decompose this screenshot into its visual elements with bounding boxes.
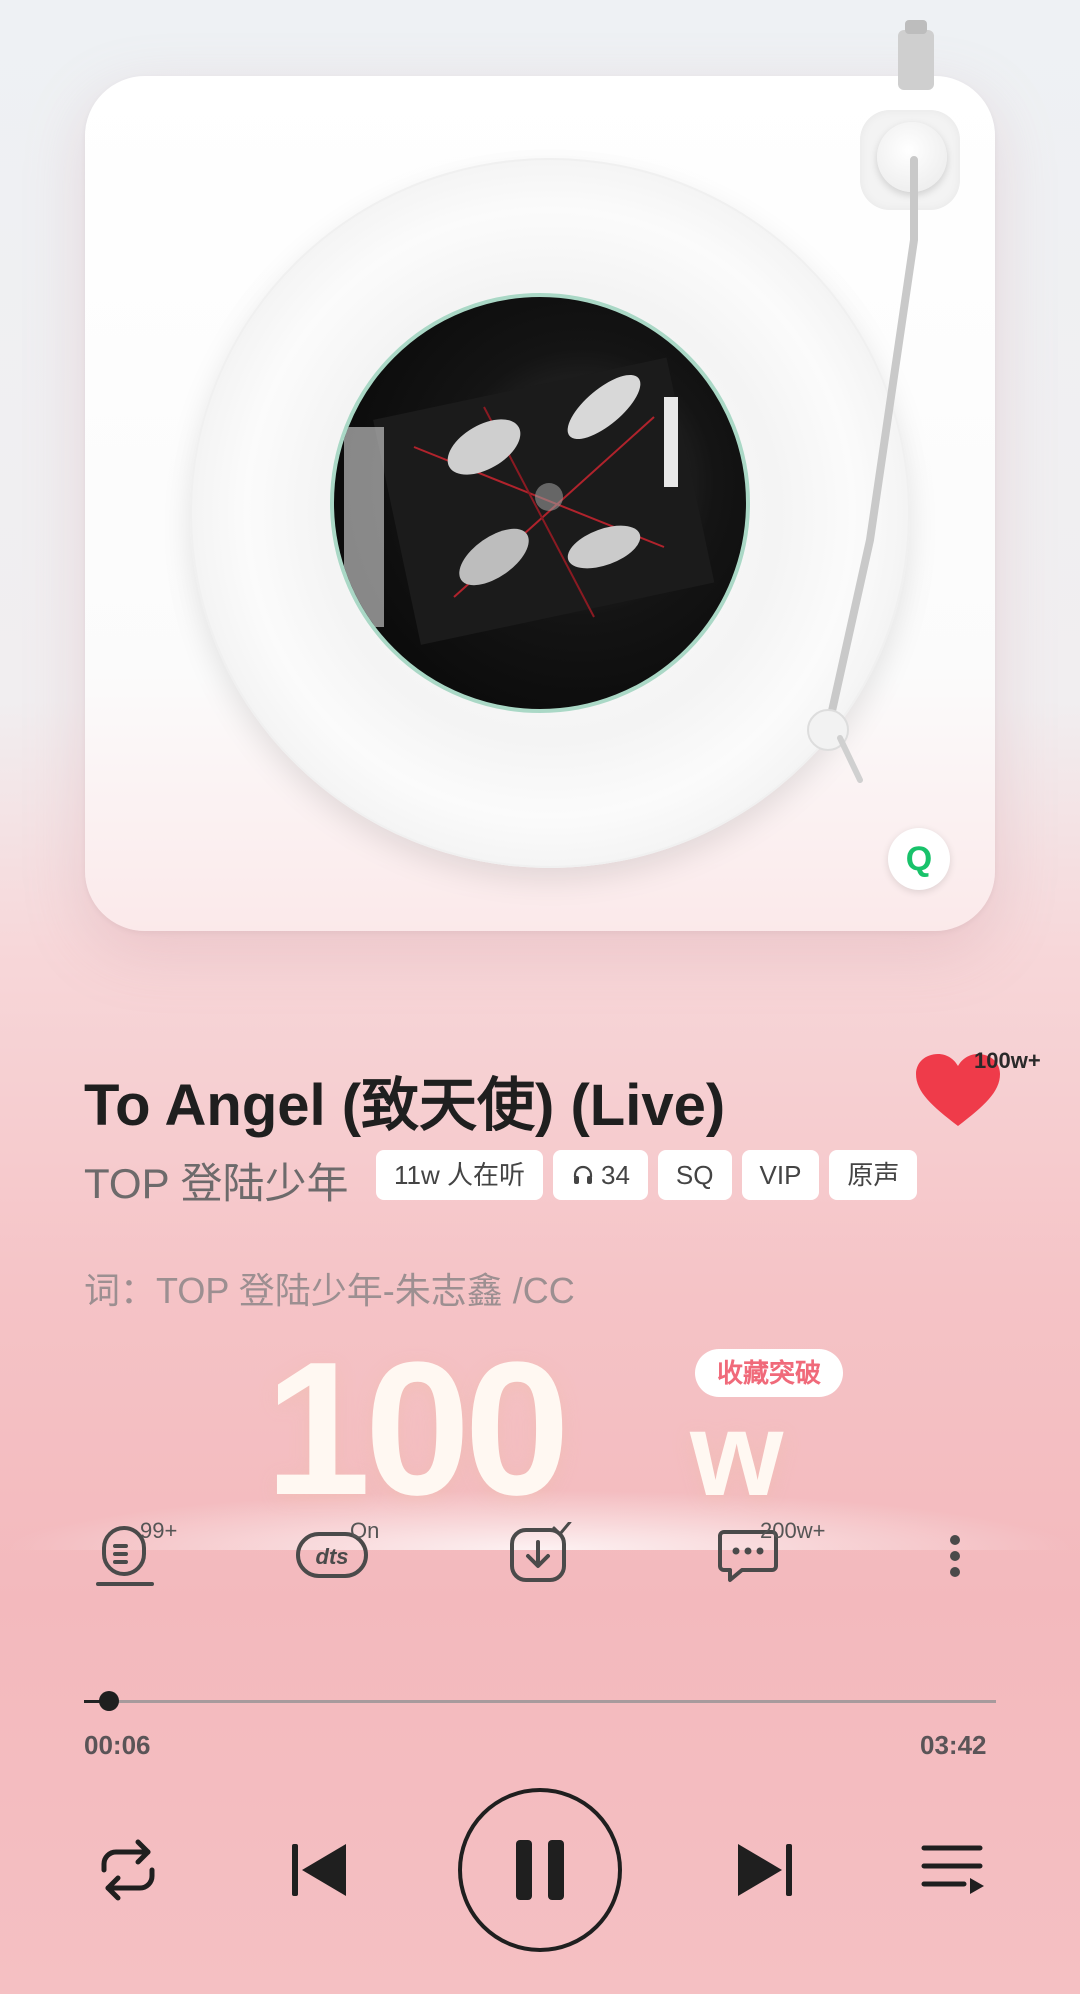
album-cover[interactable] xyxy=(330,293,750,713)
vip-tag[interactable]: VIP xyxy=(741,1150,820,1200)
headphone-tag[interactable]: 34 xyxy=(553,1150,648,1200)
album-art xyxy=(344,357,715,645)
svg-text:dts: dts xyxy=(316,1544,349,1569)
like-count: 100w+ xyxy=(974,1048,1041,1073)
lyrics-badge: 99+ xyxy=(140,1518,178,1543)
artist-name[interactable]: TOP 登陆少年 xyxy=(84,1150,349,1211)
current-time: 00:06 xyxy=(84,1730,151,1760)
dts-badge: On xyxy=(350,1518,380,1543)
next-icon[interactable] xyxy=(724,1830,804,1910)
previous-icon[interactable] xyxy=(280,1830,360,1910)
tonearm[interactable] xyxy=(700,20,980,800)
headphone-icon xyxy=(573,1165,593,1184)
headphone-count: 34 xyxy=(601,1160,630,1190)
lyricist-credit: 词：TOP 登陆少年-朱志鑫 /CC xyxy=(84,1270,575,1311)
more-icon[interactable] xyxy=(940,1522,970,1586)
progress-track[interactable] xyxy=(84,1700,996,1703)
listening-count-tag[interactable]: 11w 人在听 xyxy=(376,1150,543,1200)
original-sound-tag[interactable]: 原声 xyxy=(829,1150,918,1200)
song-title: To Angel (致天使) (Live) xyxy=(84,1073,726,1138)
sq-tag[interactable]: SQ xyxy=(657,1150,732,1200)
song-tags: 11w 人在听 34 SQ VIP 原声 xyxy=(376,1150,918,1200)
pause-icon xyxy=(516,1840,564,1900)
repeat-icon[interactable] xyxy=(88,1830,168,1910)
milestone-tag: 收藏突破 xyxy=(695,1349,843,1397)
progress-knob[interactable] xyxy=(99,1691,119,1711)
quality-badge-icon[interactable]: Q xyxy=(888,828,950,890)
pause-button[interactable] xyxy=(458,1788,622,1952)
comments-badge: 200w+ xyxy=(760,1518,826,1543)
download-icon[interactable] xyxy=(508,1522,572,1586)
total-time: 03:42 xyxy=(920,1730,987,1760)
playlist-icon[interactable] xyxy=(914,1830,994,1910)
